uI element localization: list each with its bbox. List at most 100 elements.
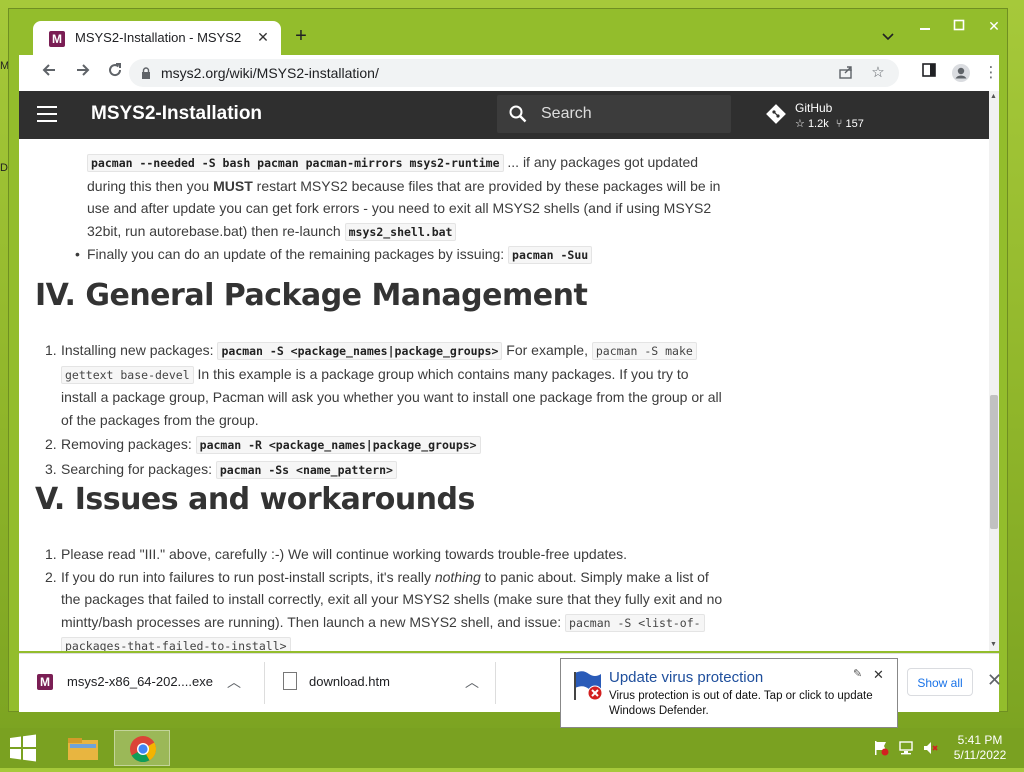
pin-icon[interactable]: ✎ [853,667,862,680]
fork-icon: ⑂ [835,118,843,130]
code-list-of-packages-cont: packages-that-failed-to-install> [61,637,291,651]
list-item: 2. Removing packages: pacman -R <package… [19,433,759,457]
download-filename: msys2-x86_64-202....exe [67,674,213,689]
download-filename: download.htm [309,674,390,689]
code-list-of-packages: pacman -S <list-of- [565,613,705,632]
list-item: 1. Installing new packages: pacman -S <p… [45,342,722,428]
show-all-button[interactable]: Show all [907,668,973,696]
site-header: MSYS2-Installation Search GitHub ☆ 1.2k … [19,91,989,139]
download-item-htm[interactable]: download.htm ︿ [265,654,496,712]
more-menu-icon[interactable]: ⋮ [981,63,1001,83]
issues-list: 1. Please read "III." above, carefully :… [19,543,759,651]
notification-title: Update virus protection [609,669,764,686]
defender-notification[interactable]: Update virus protection Virus protection… [560,658,898,728]
network-icon[interactable] [898,740,914,759]
code-example-cont: gettext base-devel [61,365,194,384]
tab-search-chevron-icon[interactable] [881,29,901,49]
close-downloads-icon[interactable]: ✕ [987,670,1002,691]
action-center-flag-icon [571,669,605,703]
address-bar[interactable]: msys2.org/wiki/MSYS2-installation/ ☆ [129,59,899,87]
system-clock[interactable]: 5:41 PM 5/11/2022 [952,733,1008,763]
download-item-msys2[interactable]: M msys2-x86_64-202....exe ︿ [19,654,265,712]
github-stats: ☆ 1.2k ⑂ 157 [795,117,864,130]
close-window-button[interactable]: ✕ [983,17,1005,35]
new-tab-button[interactable]: + [289,25,313,49]
taskbar: 5:41 PM 5/11/2022 [0,728,1024,768]
minimize-button[interactable] [914,17,936,35]
chevron-up-icon[interactable]: ︿ [227,672,241,692]
text: Installing new packages: [61,342,218,358]
web-page: MSYS2-Installation Search GitHub ☆ 1.2k … [19,91,999,651]
lock-icon[interactable] [141,66,151,79]
notification-message: Virus protection is out of date. Tap or … [609,690,873,717]
text: For example, [502,342,592,358]
back-arrow-icon[interactable] [37,61,61,85]
bookmark-star-icon[interactable]: ☆ [869,64,887,82]
page-scrollbar[interactable]: ▲ ▼ [989,91,999,651]
msys2-favicon-icon: M [49,31,65,47]
file-explorer-icon[interactable] [56,730,112,766]
text: restart MSYS2 because files that are pro… [252,177,721,194]
bullet-icon: • [75,246,80,262]
browser-toolbar: msys2.org/wiki/MSYS2-installation/ ☆ ⋮ [19,55,999,91]
clock-time: 5:41 PM [957,733,1003,747]
maximize-button[interactable] [948,17,970,35]
code-pacman-s: pacman -S <package_names|package_groups> [217,342,503,360]
text: Searching for packages: [61,460,216,477]
github-link[interactable]: GitHub ☆ 1.2k ⑂ 157 [765,99,905,133]
share-icon[interactable] [837,64,855,82]
chrome-taskbar-icon[interactable] [114,730,170,766]
heading-general-package-management: IV. General Package Management [35,278,588,313]
git-icon [765,103,787,125]
site-search[interactable]: Search [497,95,731,133]
text: of the packages from the group. [61,411,259,428]
scroll-up-icon[interactable]: ▲ [990,93,997,100]
github-label: GitHub [795,101,833,115]
search-placeholder: Search [541,105,592,122]
profile-avatar-icon[interactable] [951,63,971,83]
list-item: 3. Searching for packages: pacman -Ss <n… [19,458,759,482]
emphasis-must: MUST [213,177,253,194]
scroll-down-icon[interactable]: ▼ [990,641,997,648]
chevron-up-icon[interactable]: ︿ [465,672,479,692]
general-list: 1. Installing new packages: pacman -S <p… [19,339,759,481]
tab-strip: M MSYS2-Installation - MSYS2 ✕ + ✕ [19,9,1000,55]
action-center-flag-tray-icon[interactable] [874,740,890,759]
github-forks: 157 [845,118,864,130]
windows-start-icon[interactable] [8,734,38,762]
paragraph-update-packages: pacman --needed -S bash pacman pacman-mi… [19,151,827,243]
hamburger-menu-icon[interactable] [37,106,57,122]
github-stars: 1.2k [807,118,829,130]
text: ... if any packages got updated [503,154,699,170]
site-title[interactable]: MSYS2-Installation [91,103,262,125]
code-msys2-shell: msys2_shell.bat [344,222,457,241]
heading-issues-and-workarounds: V. Issues and workarounds [35,482,475,517]
forward-arrow-icon[interactable] [71,61,95,85]
scroll-thumb[interactable] [990,395,998,529]
text: the packages that failed to install corr… [61,591,723,607]
browser-window: M MSYS2-Installation - MSYS2 ✕ + ✕ msys2… [8,8,1008,712]
text: 32bit, run autorebase.bat) then re-launc… [87,222,345,239]
text: If you do run into failures to run post-… [61,568,435,585]
text-line: use and after update you can get fork er… [87,200,712,216]
text: during this then you [87,177,214,194]
code-pacman-suu: pacman -Suu [508,246,593,264]
reload-icon[interactable] [103,61,127,85]
clock-date: 5/11/2022 [953,748,1007,762]
volume-muted-icon[interactable] [922,740,938,759]
text: In this example is a package group which… [193,365,689,382]
code-pacman-ss: pacman -Ss <name_pattern> [215,460,397,479]
tab-close-icon[interactable]: ✕ [253,27,273,47]
code-pacman-r: pacman -R <package_names|package_groups> [195,436,481,454]
tab-msys2[interactable]: M MSYS2-Installation - MSYS2 ✕ [33,21,281,55]
list-item: • Finally you can do an update of the re… [19,243,827,267]
close-notification-icon[interactable]: ✕ [873,667,884,683]
list-item: 2. If you do run into failures to run po… [19,566,759,651]
text: Please read "III." above, carefully :-) … [61,546,628,562]
side-panel-icon[interactable] [919,63,939,83]
url-text[interactable]: msys2.org/wiki/MSYS2-installation/ [161,65,379,81]
text: install a package group, Pacman will ask… [61,389,722,405]
msys2-file-icon: M [37,674,53,690]
text: to panic about. Simply make a list of [480,568,709,585]
tab-title: MSYS2-Installation - MSYS2 [75,30,242,45]
